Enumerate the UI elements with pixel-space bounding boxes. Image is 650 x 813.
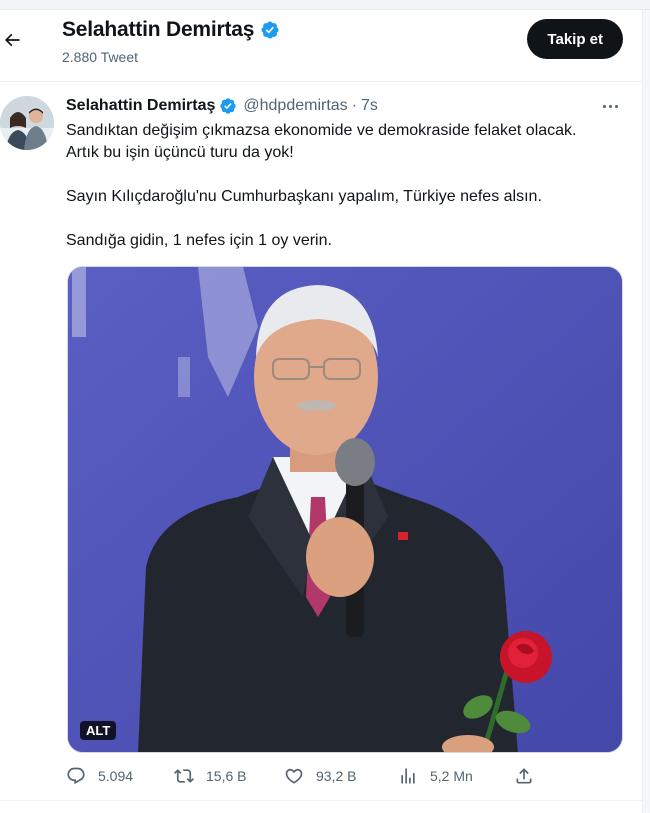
reply-button[interactable]: 5.094 bbox=[66, 766, 133, 786]
header-display-name: Selahattin Demirtaş bbox=[62, 18, 255, 41]
tweet-text: Sandıktan değişim çıkmazsa ekonomide ve … bbox=[66, 120, 626, 252]
verified-badge-icon bbox=[261, 21, 279, 39]
share-icon bbox=[516, 768, 532, 784]
views-button[interactable]: 5,2 Mn bbox=[398, 766, 473, 786]
separator-dot: · bbox=[351, 97, 358, 114]
tweet-text-line: Sayın Kılıçdaroğlu'nu Cumhurbaşkanı yapa… bbox=[66, 188, 542, 205]
retweet-icon bbox=[174, 769, 194, 783]
retweet-button[interactable]: 15,6 B bbox=[174, 766, 246, 786]
photo-illustration bbox=[68, 267, 622, 752]
tweet-actions: 5.094 15,6 B 93,2 B 5,2 Mn bbox=[66, 766, 626, 790]
more-button[interactable] bbox=[600, 96, 620, 116]
header-name-row: Selahattin Demirtaş bbox=[62, 18, 280, 42]
tweet[interactable]: Selahattin Demirtaş @hdpdemirtas · 7s Sa… bbox=[0, 82, 642, 800]
views-icon bbox=[401, 768, 415, 784]
profile-header: Selahattin Demirtaş 2.880 Tweet Takip et bbox=[0, 10, 642, 82]
back-button[interactable] bbox=[0, 28, 24, 52]
back-arrow-icon bbox=[4, 33, 20, 47]
verified-badge-icon bbox=[220, 98, 237, 114]
like-count: 93,2 B bbox=[316, 768, 357, 784]
avatar[interactable] bbox=[0, 96, 54, 150]
like-icon bbox=[285, 768, 303, 784]
tweet-divider bbox=[0, 800, 642, 801]
view-count: 5,2 Mn bbox=[430, 768, 473, 784]
tweet-text-line: Sandıktan değişim çıkmazsa ekonomide ve … bbox=[66, 122, 577, 139]
tweet-author-handle[interactable]: @hdpdemirtas bbox=[243, 97, 347, 115]
follow-button[interactable]: Takip et bbox=[527, 19, 623, 59]
scrollbar[interactable] bbox=[642, 10, 650, 813]
reply-count: 5.094 bbox=[98, 768, 134, 784]
share-button[interactable] bbox=[514, 766, 534, 786]
tweet-header: Selahattin Demirtaş @hdpdemirtas · 7s bbox=[66, 97, 378, 115]
browser-top-strip bbox=[0, 0, 650, 10]
tweet-author-name[interactable]: Selahattin Demirtaş bbox=[66, 97, 215, 115]
alt-text-badge[interactable]: ALT bbox=[80, 721, 117, 740]
like-button[interactable]: 93,2 B bbox=[284, 766, 356, 786]
header-tweet-count: 2.880 Tweet bbox=[62, 49, 139, 65]
tweet-timestamp[interactable]: 7s bbox=[361, 97, 378, 115]
more-icon bbox=[602, 104, 606, 108]
reply-icon bbox=[67, 767, 85, 785]
tweet-media-photo[interactable]: ALT bbox=[67, 266, 623, 753]
tweet-text-line: Artık bu işin üçüncü turu da yok! bbox=[66, 144, 294, 161]
retweet-count: 15,6 B bbox=[206, 768, 247, 784]
tweet-text-line: Sandığa gidin, 1 nefes için 1 oy verin. bbox=[66, 232, 332, 249]
